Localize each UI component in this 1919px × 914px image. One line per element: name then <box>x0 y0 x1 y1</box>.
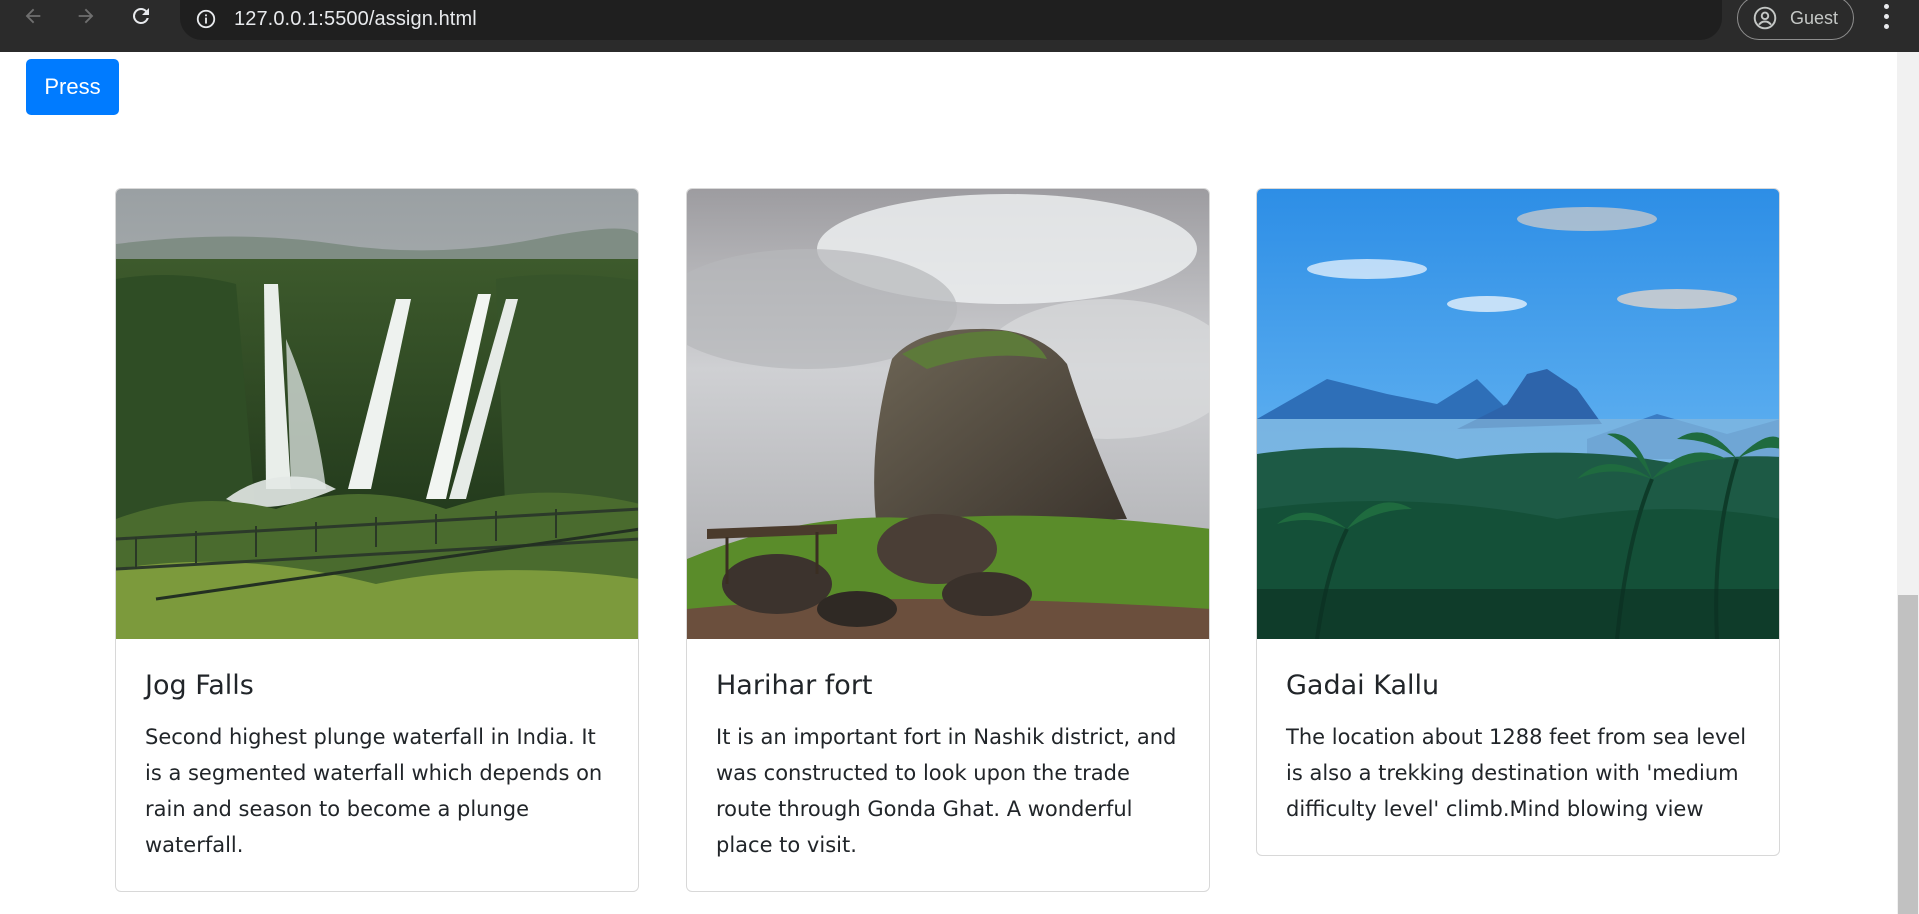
forward-button[interactable] <box>67 0 105 32</box>
card-text: Second highest plunge waterfall in India… <box>145 724 603 857</box>
place-card: Gadai Kallu The location about 1288 feet… <box>1256 188 1780 856</box>
arrow-right-icon <box>78 8 94 24</box>
account-circle-icon <box>1753 6 1777 30</box>
reload-button[interactable] <box>122 0 160 32</box>
place-card: Harihar fort It is an important fort in … <box>686 188 1210 892</box>
card-title: Harihar fort <box>716 670 873 701</box>
card-text: The location about 1288 feet from sea le… <box>1286 724 1747 821</box>
profile-label: Guest <box>1790 7 1839 28</box>
reload-icon <box>133 7 149 24</box>
card-text: It is an important fort in Nashik distri… <box>716 724 1177 857</box>
card-title: Jog Falls <box>145 670 254 701</box>
arrow-left-icon <box>25 8 41 24</box>
page-viewport: Press Jog Falls Second highest plunge wa… <box>0 52 1897 914</box>
url-text[interactable]: 127.0.0.1:5500/assign.html <box>234 8 477 31</box>
scrollbar-thumb[interactable] <box>1898 595 1918 914</box>
place-card: Jog Falls Second highest plunge waterfal… <box>115 188 639 892</box>
rock-fort-photo <box>687 189 1209 639</box>
card-title: Gadai Kallu <box>1286 670 1440 701</box>
browser-toolbar: 127.0.0.1:5500/assign.html Guest <box>0 0 1919 52</box>
palm-forest-mountain-photo <box>1257 189 1779 639</box>
waterfall-photo <box>116 189 638 639</box>
back-button[interactable] <box>14 0 52 32</box>
profile-button[interactable]: Guest <box>1737 0 1854 40</box>
press-button[interactable]: Press <box>26 59 119 115</box>
more-vertical-icon[interactable] <box>1874 0 1898 32</box>
address-bar[interactable]: 127.0.0.1:5500/assign.html <box>180 0 1722 40</box>
info-icon[interactable] <box>194 7 218 31</box>
